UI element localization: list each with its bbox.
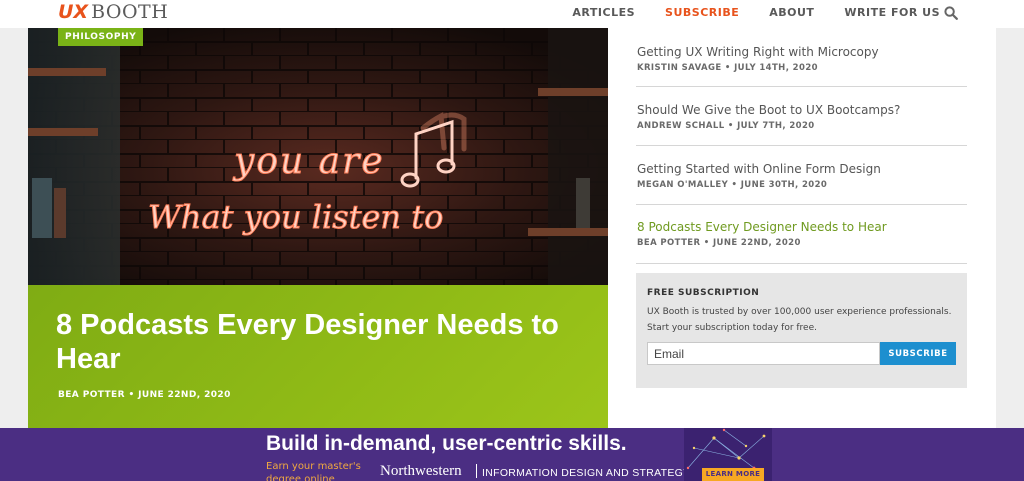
featured-byline: BEA POTTER • JUNE 22ND, 2020 xyxy=(58,390,231,400)
subscription-description: UX Booth is trusted by over 100,000 user… xyxy=(647,307,952,333)
featured-article[interactable]: you are What you listen to PHILOSOPHY 8 … xyxy=(28,28,608,428)
featured-title[interactable]: 8 Podcasts Every Designer Needs to Hear xyxy=(56,308,596,376)
ad-program-name: INFORMATION DESIGN AND STRATEGY xyxy=(482,467,691,479)
main-nav: ARTICLES SUBSCRIBE ABOUT WRITE FOR US xyxy=(542,6,940,19)
neon-text-line2: What you listen to xyxy=(148,198,443,236)
neon-text-line1: you are xyxy=(232,141,385,182)
list-item[interactable]: Should We Give the Boot to UX Bootcamps?… xyxy=(636,87,967,146)
nav-articles[interactable]: ARTICLES xyxy=(572,6,635,19)
article-byline: MEGAN O'MALLEY • JUNE 30TH, 2020 xyxy=(637,180,828,190)
list-item[interactable]: Getting UX Writing Right with Microcopy … xyxy=(636,28,967,87)
category-badge[interactable]: PHILOSOPHY xyxy=(58,28,144,46)
article-title[interactable]: 8 Podcasts Every Designer Needs to Hear xyxy=(637,220,887,234)
content-panel: you are What you listen to PHILOSOPHY 8 … xyxy=(28,28,996,428)
article-byline: KRISTIN SAVAGE • JULY 14TH, 2020 xyxy=(637,63,818,73)
search-icon[interactable] xyxy=(944,6,958,20)
email-input[interactable] xyxy=(647,342,880,365)
nav-about[interactable]: ABOUT xyxy=(769,6,814,19)
article-title[interactable]: Getting UX Writing Right with Microcopy xyxy=(637,45,879,59)
ad-headline: Build in-demand, user-centric skills. xyxy=(266,432,627,455)
article-byline: ANDREW SCHALL • JULY 7TH, 2020 xyxy=(637,121,815,131)
subscription-heading: FREE SUBSCRIPTION xyxy=(647,288,760,298)
site-header: UX BOOTH ARTICLES SUBSCRIBE ABOUT WRITE F… xyxy=(0,0,1024,28)
list-item[interactable]: 8 Podcasts Every Designer Needs to Hear … xyxy=(636,205,967,264)
featured-image: you are What you listen to xyxy=(28,28,608,285)
ad-learn-more-button[interactable]: LEARN MORE xyxy=(702,468,764,481)
article-title[interactable]: Should We Give the Boot to UX Bootcamps? xyxy=(637,103,900,117)
subscribe-button[interactable]: SUBSCRIBE xyxy=(880,342,956,365)
logo-ux-text: UX xyxy=(58,1,89,23)
article-byline: BEA POTTER • JUNE 22ND, 2020 xyxy=(637,238,801,248)
article-title[interactable]: Getting Started with Online Form Design xyxy=(637,162,881,176)
nav-write-for-us[interactable]: WRITE FOR US xyxy=(844,6,940,19)
ad-divider xyxy=(476,464,477,478)
site-logo[interactable]: UX BOOTH xyxy=(58,1,168,23)
nav-subscribe[interactable]: SUBSCRIBE xyxy=(665,6,739,19)
logo-booth-text: BOOTH xyxy=(91,1,169,23)
ad-banner[interactable]: Build in-demand, user-centric skills. Ea… xyxy=(0,428,1024,481)
ad-school-logo: Northwestern xyxy=(380,463,462,479)
list-item[interactable]: Getting Started with Online Form Design … xyxy=(636,146,967,205)
ad-subline: Earn your master's degree online xyxy=(266,461,361,481)
subscription-box: FREE SUBSCRIPTION UX Booth is trusted by… xyxy=(636,273,967,388)
